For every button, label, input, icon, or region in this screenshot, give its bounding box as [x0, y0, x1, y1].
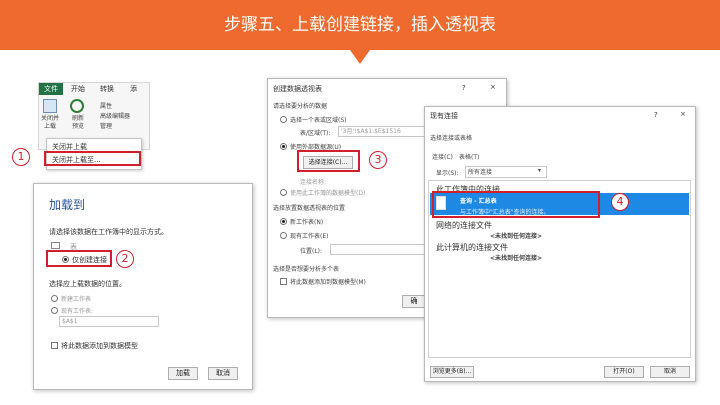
position-input[interactable] — [330, 244, 430, 255]
show-label: 显示(S): — [436, 170, 459, 177]
banner-title: 步骤五、上载创建链接，插入透视表 — [224, 15, 496, 35]
existing-title: 现有连接 — [430, 112, 458, 120]
pivot-model-label: 将此数据添加到数据模型(M) — [290, 279, 366, 286]
pivot-section-location: 选择放置数据透视表的位置 — [273, 205, 346, 212]
callout-1: 1 — [12, 148, 30, 166]
position-label: 位置(L): — [300, 248, 323, 255]
option-new-worksheet[interactable]: 新工作表(N) — [290, 217, 323, 226]
option-new-sheet[interactable]: 新建工作表 — [61, 294, 91, 303]
radio-new-sheet[interactable] — [51, 295, 58, 302]
tab-home[interactable]: 开始 — [71, 84, 85, 94]
radio-existing-sheet[interactable] — [51, 307, 58, 314]
chevron-down-icon[interactable]: ▾ — [538, 167, 541, 174]
network-none-found: <未找到任何连接> — [490, 233, 543, 240]
pivot-help-icon[interactable]: ? — [462, 84, 466, 92]
pivot-close-icon[interactable]: × — [490, 83, 496, 91]
option-select-range[interactable]: 选择一个表或区域(S) — [290, 115, 347, 124]
table-icon — [51, 242, 60, 249]
radio-data-model[interactable] — [280, 189, 287, 196]
tab-connections[interactable]: 连接(C) — [432, 152, 453, 161]
refresh-icon — [70, 99, 84, 113]
computer-none-found: <未找到任何连接> — [490, 255, 543, 262]
pivot-model-checkbox[interactable] — [280, 278, 287, 285]
select-connection-label: 选择连接或表格 — [430, 135, 473, 142]
option-data-model[interactable]: 使用此工作簿的数据模型(D) — [290, 188, 365, 197]
advanced-editor-button[interactable]: 高级编辑器 — [100, 111, 130, 120]
existing-cancel-button[interactable]: 取消 — [650, 366, 690, 378]
browse-more-button[interactable]: 浏览更多(B)... — [430, 366, 474, 378]
highlight-only-connection — [46, 250, 112, 267]
pivot-section-data: 请选择要分析的数据 — [273, 103, 328, 110]
range-label: 表/区域(T): — [300, 130, 331, 137]
radio-new-worksheet[interactable] — [280, 218, 287, 225]
manage-button[interactable]: 管理 — [100, 121, 112, 130]
highlight-connection — [432, 191, 600, 218]
close-load-button[interactable]: 关闭并 上载 — [39, 115, 61, 131]
existing-close-icon[interactable]: × — [680, 110, 686, 118]
load-cancel-button[interactable]: 取消 — [208, 367, 238, 380]
cell-reference-input[interactable]: $A$1 — [59, 316, 159, 327]
load-button[interactable]: 加载 — [168, 367, 198, 380]
highlight-choose-connection — [297, 150, 360, 172]
tab-tables[interactable]: 表格(T) — [459, 152, 479, 161]
pivot-title: 创建数据透视表 — [273, 85, 322, 93]
open-button[interactable]: 打开(O) — [604, 366, 644, 378]
banner-pointer — [350, 50, 370, 64]
radio-existing-worksheet[interactable] — [280, 232, 287, 239]
tab-transform[interactable]: 转换 — [100, 84, 114, 94]
tab-add[interactable]: 添 — [130, 84, 137, 94]
group-network-files: 网络的连接文件 — [436, 221, 492, 230]
callout-3: 3 — [369, 151, 387, 169]
option-existing-sheet[interactable]: 现有工作表: — [61, 306, 93, 315]
close-load-icon — [43, 99, 57, 113]
refresh-preview-button[interactable]: 刷新 预览 — [67, 115, 89, 131]
callout-2: 2 — [116, 250, 134, 268]
highlight-close-load-to — [44, 151, 141, 166]
radio-select-range[interactable] — [280, 116, 287, 123]
group-computer-files: 此计算机的连接文件 — [436, 243, 508, 252]
existing-help-icon[interactable]: ? — [654, 111, 658, 119]
add-to-model-checkbox[interactable] — [51, 342, 58, 349]
tab-file[interactable]: 文件 — [39, 83, 63, 95]
add-to-model-label: 将此数据添加到数据模型 — [61, 342, 138, 350]
option-existing-worksheet[interactable]: 现有工作表(E) — [290, 231, 328, 240]
pivot-section-multi: 选择是否想要分析多个表 — [273, 266, 340, 273]
load-to-instruction: 请选择该数据在工作簿中的显示方式。 — [49, 228, 168, 236]
show-select[interactable]: 所有连接 — [465, 166, 547, 178]
connection-name-label: 连接名称: — [300, 179, 327, 186]
callout-4: 4 — [611, 193, 629, 211]
properties-button[interactable]: 属性 — [100, 101, 112, 110]
pivot-ok-button[interactable]: 确 — [402, 295, 426, 308]
radio-external-source[interactable] — [280, 143, 287, 150]
load-to-title: 加载到 — [49, 198, 86, 212]
location-label: 选择应上载数据的位置。 — [49, 280, 126, 288]
